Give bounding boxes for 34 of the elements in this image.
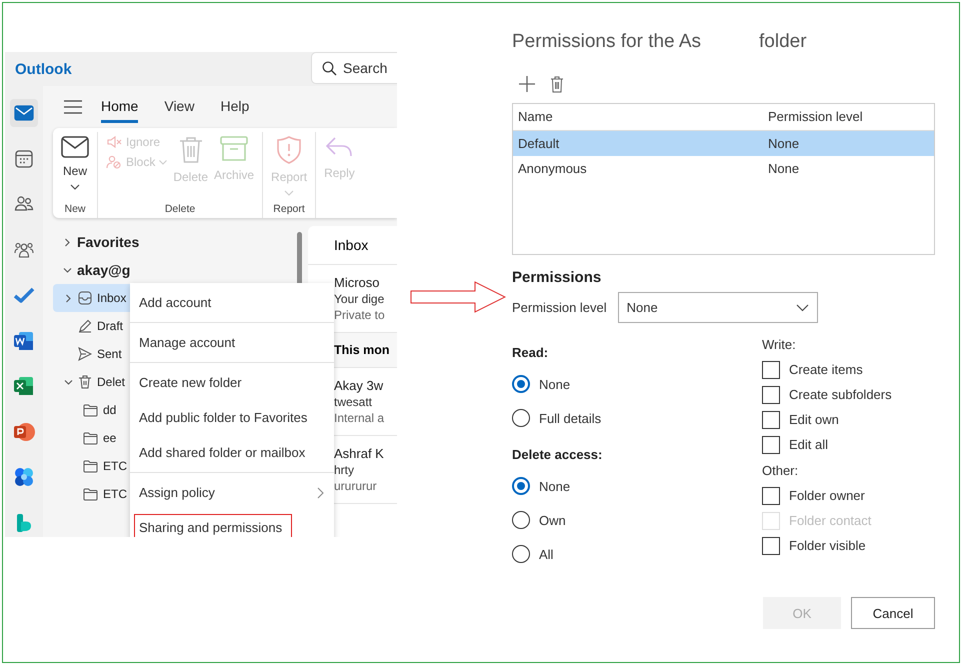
date-group-heading: This mon xyxy=(334,343,390,357)
checkbox-label: Create items xyxy=(789,362,863,377)
radio-label: Full details xyxy=(539,410,602,426)
app-name: Outlook xyxy=(15,60,72,78)
group-label: Other: xyxy=(762,463,800,480)
message-preview: Private to xyxy=(334,308,385,322)
message-preview: Internal a xyxy=(334,411,384,425)
dialog-title: Permissions for the As xyxy=(512,31,702,54)
checkbox-label: Folder contact xyxy=(789,513,872,528)
dialog-title: folder xyxy=(759,31,807,54)
list-title: Inbox xyxy=(334,237,368,253)
checkbox-label: Folder visible xyxy=(789,538,866,553)
checkbox-label: Create subfolders xyxy=(789,387,892,402)
ribbon-group-label: Delete xyxy=(164,203,196,217)
radio-label: None xyxy=(539,478,570,494)
field-label: Permission level xyxy=(512,300,607,315)
column-header: Name xyxy=(518,109,554,124)
ribbon-group-label: New xyxy=(63,203,86,217)
message-preview: urururur xyxy=(334,479,377,493)
message-subject: Your dige xyxy=(334,292,384,306)
checkbox-label: Edit own xyxy=(789,412,839,427)
checkbox-label: Edit all xyxy=(789,437,828,452)
group-label: Delete access: xyxy=(512,447,604,464)
message-subject: hrty xyxy=(334,463,354,477)
ribbon-group-label: Report xyxy=(272,203,306,217)
checkbox-label: Folder owner xyxy=(789,488,865,503)
section-heading: Permissions xyxy=(512,269,602,286)
column-header: Permission level xyxy=(768,109,864,124)
radio-label: None xyxy=(539,376,570,392)
group-label: Read: xyxy=(512,345,550,362)
message-subject: twesatt xyxy=(334,395,372,409)
radio-label: All xyxy=(539,546,554,562)
group-label: Write: xyxy=(762,337,797,354)
radio-label: Own xyxy=(539,512,566,528)
